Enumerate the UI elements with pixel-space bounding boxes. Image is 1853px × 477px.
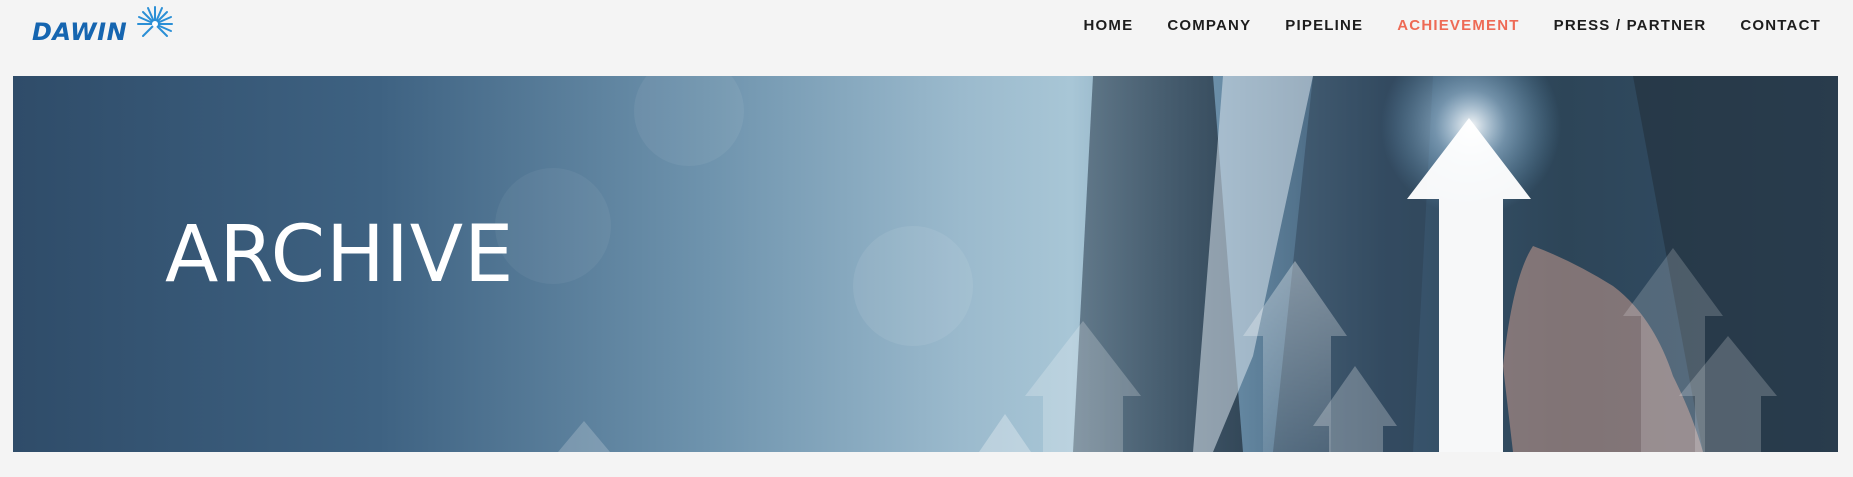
dawin-logo[interactable]: DAWIN bbox=[32, 6, 173, 46]
site-header: DAWIN HOME COMPANY PIPELINE ACHIEVEMENT … bbox=[0, 0, 1853, 76]
logo-burst-icon bbox=[137, 6, 173, 37]
nav-home[interactable]: HOME bbox=[1084, 16, 1134, 36]
nav-press-partner[interactable]: PRESS / PARTNER bbox=[1554, 16, 1707, 36]
nav-achievement[interactable]: ACHIEVEMENT bbox=[1397, 16, 1519, 36]
main-nav: HOME COMPANY PIPELINE ACHIEVEMENT PRESS … bbox=[1050, 16, 1821, 36]
nav-pipeline[interactable]: PIPELINE bbox=[1285, 16, 1363, 36]
nav-company[interactable]: COMPANY bbox=[1167, 16, 1251, 36]
page-title: ARCHIVE bbox=[165, 210, 515, 300]
hero-banner: ARCHIVE bbox=[13, 76, 1838, 452]
nav-contact[interactable]: CONTACT bbox=[1740, 16, 1821, 36]
logo-wordmark: DAWIN bbox=[32, 18, 128, 46]
